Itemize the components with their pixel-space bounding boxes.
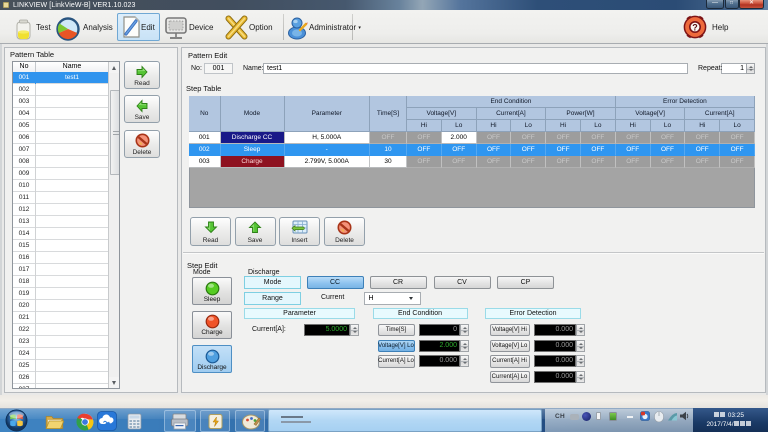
svg-text:?: ?: [692, 23, 698, 33]
